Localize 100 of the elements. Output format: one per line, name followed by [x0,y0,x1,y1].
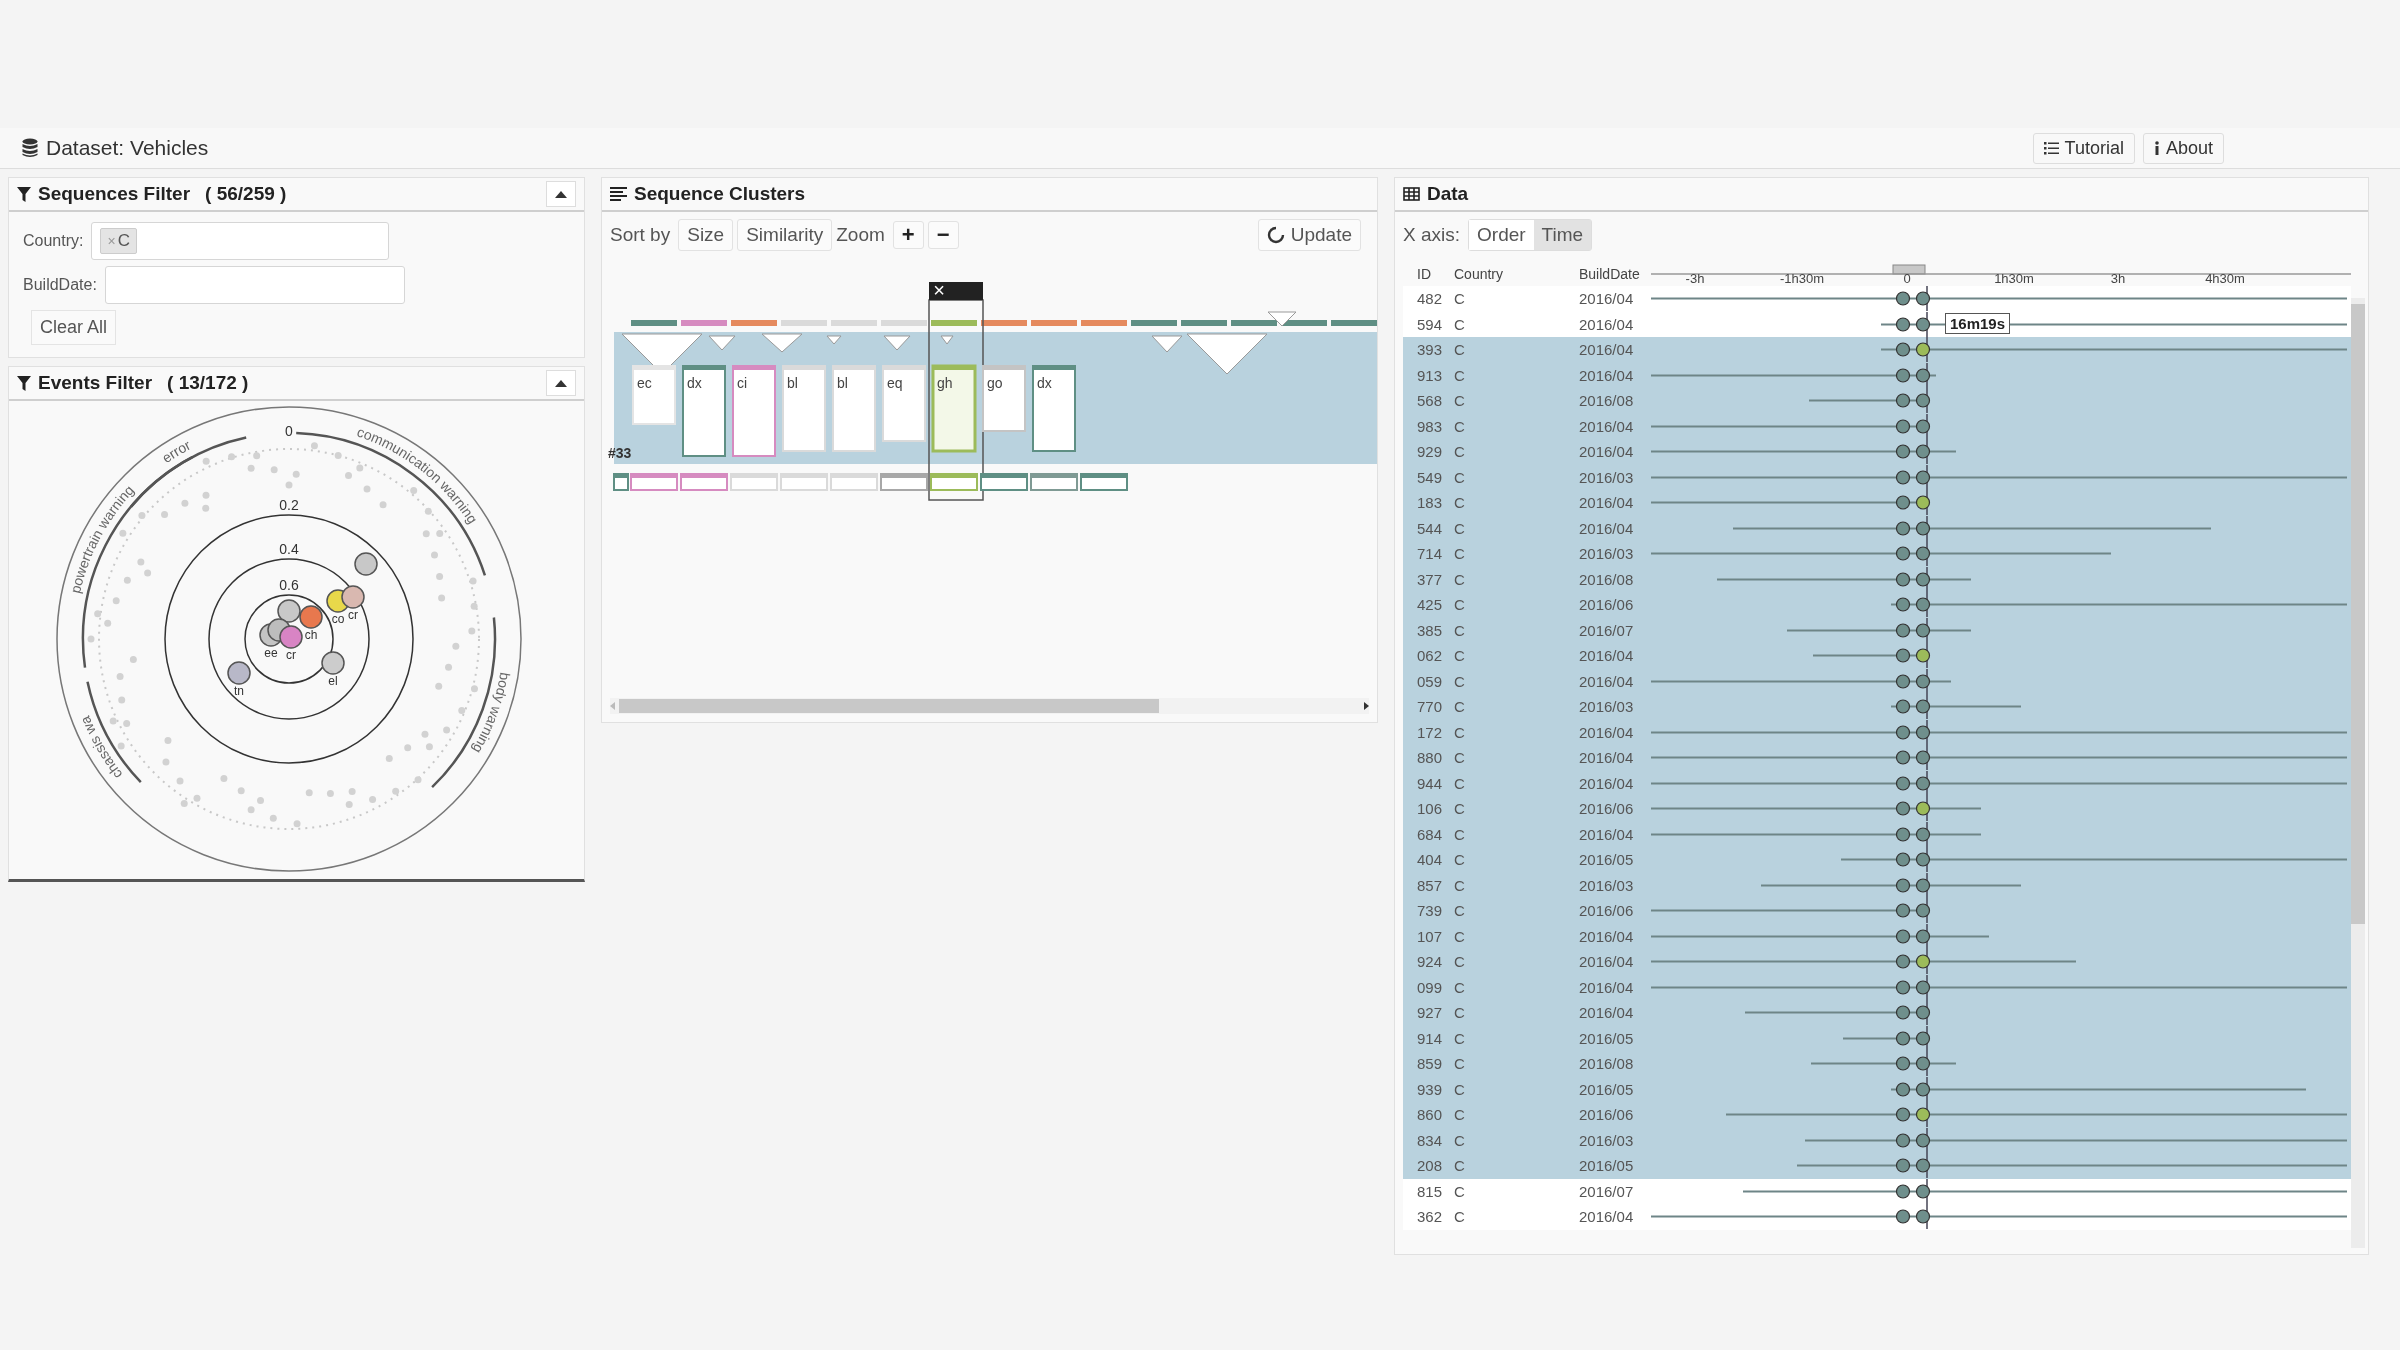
event-node[interactable] [321,651,345,675]
event-label: dx [1037,375,1052,391]
event-card[interactable] [682,365,726,457]
table-row[interactable]: 208 C 2016/05 [1403,1153,2351,1179]
table-cell-text: C [1454,1004,1466,1022]
table-row[interactable]: 425 C 2016/06 [1403,592,2351,618]
collapse-button[interactable] [546,370,576,396]
sort-button[interactable]: Size [678,219,734,251]
table-row[interactable]: 815 C 2016/07 [1403,1178,2351,1204]
column-header[interactable]: Country [1454,266,1579,282]
table-cell-text: 2016/04 [1579,825,1635,843]
table-row[interactable]: 549 C 2016/03 [1403,464,2351,490]
scatter-dot [181,499,189,507]
horizontal-scrollbar[interactable] [610,698,1369,714]
table-row[interactable]: 107 C 2016/04 [1403,923,2351,949]
table-row[interactable]: 983 C 2016/04 [1403,413,2351,439]
build-date-field[interactable] [104,266,405,304]
table-row[interactable]: 834 C 2016/03 [1403,1127,2351,1153]
zoom-button[interactable]: − [927,221,959,249]
table-row[interactable]: 927 C 2016/04 [1403,1000,2351,1026]
vertical-scrollbar[interactable] [2351,298,2365,1248]
scatter-dot [123,720,131,727]
table-row[interactable]: 059 C 2016/04 [1403,668,2351,694]
category-label[interactable]: error [159,436,194,467]
table-cell-text: 2016/04 [1579,290,1635,308]
scatter-dot [144,569,152,577]
event-node[interactable] [227,661,251,685]
table-row[interactable]: 739 C 2016/06 [1403,898,2351,924]
table-row[interactable]: 172 C 2016/04 [1403,719,2351,745]
column-header[interactable]: BuildDate [1579,266,1651,282]
panel-title: Sequence Clusters [634,183,806,205]
table-row[interactable]: 770 C 2016/03 [1403,694,2351,720]
filter-tag[interactable]: ×C [100,228,137,254]
scatter-dot [425,743,433,751]
scatter-dot [176,777,184,785]
split-marker-icon [1186,333,1268,375]
event-card[interactable] [931,364,977,453]
close-button[interactable]: × [929,279,983,301]
clear-all-button[interactable]: Clear All [31,310,117,345]
event-card[interactable] [982,365,1026,432]
x-axis-label: X axis: [1403,224,1461,246]
x-axis-option[interactable]: Time [1533,220,1592,250]
scatter-dot [421,730,429,738]
table-row[interactable]: 857 C 2016/03 [1403,872,2351,898]
scatter-dot [469,577,477,585]
strip-row [731,473,777,478]
table-row[interactable]: 062 C 2016/04 [1403,643,2351,669]
table-cell-text: 099 [1416,978,1444,996]
table-cell-text: C [1454,876,1466,894]
header-button[interactable]: Tutorial [2032,132,2135,164]
database-icon [22,138,38,158]
split-marker-icon [940,335,954,345]
table-row[interactable]: 482 C 2016/04 [1403,286,2351,312]
table-row[interactable]: 544 C 2016/04 [1403,515,2351,541]
sort-button[interactable]: Similarity [737,219,833,251]
event-card[interactable] [1032,365,1076,452]
table-row[interactable]: 594 C 2016/04 16m19s [1403,311,2351,337]
table-cell-text: 2016/04 [1579,519,1635,537]
table-row[interactable]: 404 C 2016/05 [1403,847,2351,873]
event-card[interactable] [732,365,776,457]
table-row[interactable]: 377 C 2016/08 [1403,566,2351,592]
table-row[interactable]: 714 C 2016/03 [1403,541,2351,567]
table-row[interactable]: 099 C 2016/04 [1403,974,2351,1000]
table-cell-text: 2016/04 [1579,1004,1635,1022]
scroll-thumb[interactable] [619,699,1159,713]
scroll-thumb[interactable] [2351,304,2365,924]
event-node[interactable] [279,625,303,649]
scatter-dot [129,656,137,663]
table-row[interactable]: 914 C 2016/05 [1403,1025,2351,1051]
collapse-button[interactable] [546,181,576,207]
table-cell-text: C [1454,417,1466,435]
table-row[interactable]: 183 C 2016/04 [1403,490,2351,516]
table-cell-text: 2016/03 [1579,876,1635,894]
column-header[interactable]: ID [1403,266,1454,282]
table-row[interactable]: 106 C 2016/06 [1403,796,2351,822]
table-row[interactable]: 860 C 2016/06 [1403,1102,2351,1128]
table-row[interactable]: 929 C 2016/04 [1403,439,2351,465]
scroll-right-icon[interactable] [1364,702,1369,710]
update-button[interactable]: Update [1257,219,1361,251]
event-node[interactable] [354,552,378,576]
table-row[interactable]: 859 C 2016/08 [1403,1051,2351,1077]
table-row[interactable]: 913 C 2016/04 [1403,362,2351,388]
table-row[interactable]: 385 C 2016/07 [1403,617,2351,643]
table-row[interactable]: 944 C 2016/04 [1403,770,2351,796]
x-axis-option[interactable]: Order [1469,220,1534,250]
table-row[interactable]: 684 C 2016/04 [1403,821,2351,847]
table-row[interactable]: 362 C 2016/04 [1403,1204,2351,1230]
header-button[interactable]: About [2142,132,2224,164]
table-row[interactable]: 880 C 2016/04 [1403,745,2351,771]
event-node[interactable] [299,605,323,629]
table-row[interactable]: 939 C 2016/05 [1403,1076,2351,1102]
event-node[interactable] [341,585,365,609]
country-field[interactable]: ×C [91,222,390,260]
table-row[interactable]: 393 C 2016/04 [1403,337,2351,363]
table-row[interactable]: 568 C 2016/08 [1403,388,2351,414]
scatter-dot [414,776,422,784]
zoom-button[interactable]: + [892,221,924,249]
table-row[interactable]: 924 C 2016/04 [1403,949,2351,975]
event-node[interactable] [277,599,301,623]
table-cell-text: 2016/04 [1579,749,1635,767]
